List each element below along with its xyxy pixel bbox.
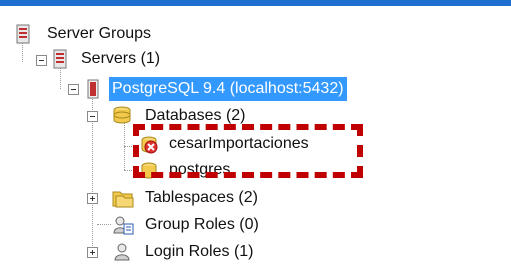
server-group-icon bbox=[16, 24, 30, 44]
tree-node-group-roles[interactable]: Group Roles (0) bbox=[0, 213, 300, 237]
window-top-bar bbox=[0, 0, 511, 6]
tree-node-label: Tablespaces (2) bbox=[145, 189, 258, 206]
server-stack-icon bbox=[53, 49, 67, 69]
tree-node-label: Group Roles (0) bbox=[145, 216, 259, 233]
tree-node-login-roles[interactable]: Login Roles (1) bbox=[0, 240, 300, 264]
tree-node-postgresql-server[interactable]: PostgreSQL 9.4 (localhost:5432) bbox=[0, 77, 400, 101]
group-roles-icon bbox=[113, 216, 134, 235]
database-stack-icon bbox=[113, 106, 131, 124]
server-icon bbox=[87, 79, 99, 99]
tree-node-label: Login Roles (1) bbox=[145, 243, 254, 260]
tablespaces-icon bbox=[112, 191, 134, 208]
tree-node-server-groups[interactable]: Server Groups bbox=[0, 22, 200, 46]
login-roles-icon bbox=[114, 243, 130, 261]
tree-node-tablespaces[interactable]: Tablespaces (2) bbox=[0, 186, 300, 210]
dashed-highlight-box bbox=[133, 124, 363, 178]
tree-node-label: Servers (1) bbox=[81, 50, 161, 67]
tree-node-label: Server Groups bbox=[47, 25, 152, 42]
tree-node-servers[interactable]: Servers (1) bbox=[0, 47, 220, 71]
tree-node-label-selected: PostgreSQL 9.4 (localhost:5432) bbox=[109, 77, 347, 101]
